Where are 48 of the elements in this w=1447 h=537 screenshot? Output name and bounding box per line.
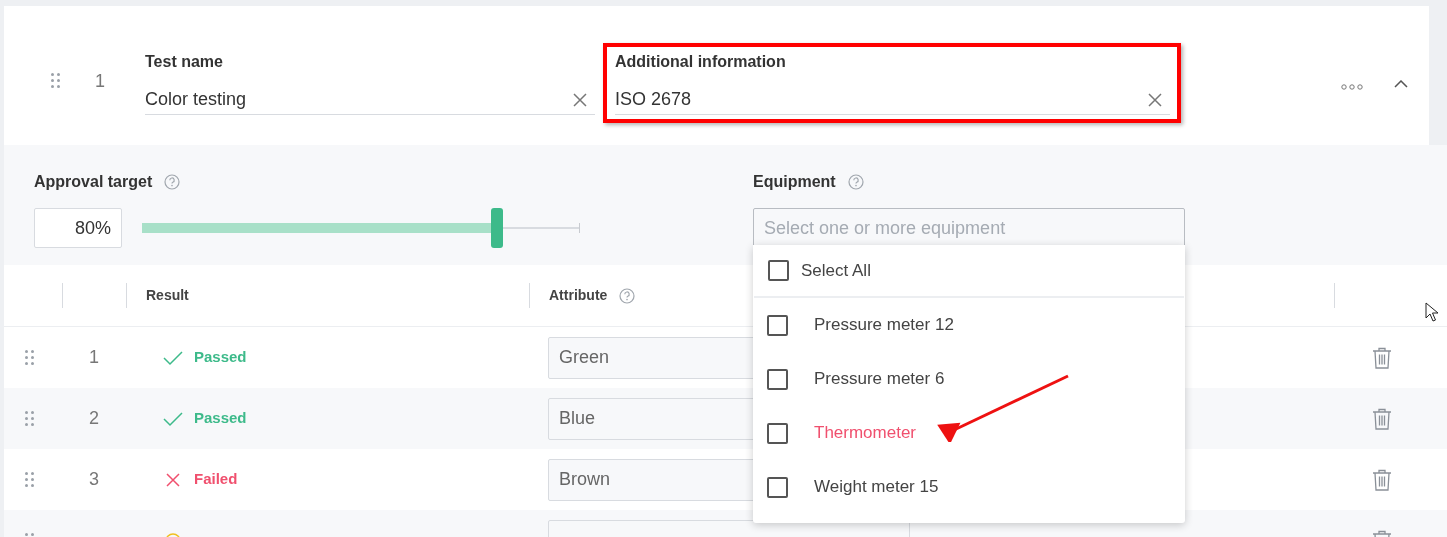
row-number: 1 bbox=[89, 346, 99, 369]
text-field[interactable]: Color testing bbox=[145, 85, 595, 115]
check-icon bbox=[163, 349, 183, 366]
cursor-icon bbox=[1425, 302, 1439, 322]
result-status: Failed bbox=[194, 469, 238, 490]
field-label: Test name bbox=[145, 52, 224, 72]
menu-item[interactable]: Select All bbox=[754, 245, 1184, 298]
clear-icon[interactable] bbox=[1148, 92, 1162, 107]
text-field[interactable]: ISO 2678 bbox=[615, 85, 1170, 115]
placeholder: Select one or more equipment bbox=[764, 217, 1006, 240]
cross-icon bbox=[163, 471, 183, 488]
drag-handle-icon[interactable] bbox=[51, 73, 60, 88]
drag-handle-icon[interactable] bbox=[25, 411, 34, 426]
drag-handle-icon[interactable] bbox=[25, 472, 34, 487]
checkbox[interactable] bbox=[768, 260, 789, 281]
checkbox[interactable] bbox=[767, 422, 788, 444]
column-header: Result bbox=[146, 286, 189, 305]
help-icon[interactable] bbox=[164, 174, 181, 190]
result-status: Passed bbox=[194, 347, 247, 368]
row-number: 1 bbox=[95, 70, 105, 93]
percent-field[interactable]: 80% bbox=[34, 208, 122, 248]
trash-icon[interactable] bbox=[1372, 468, 1392, 491]
field-value: Green bbox=[559, 346, 610, 369]
slider[interactable] bbox=[142, 208, 580, 248]
result-status: Passed bbox=[194, 408, 247, 429]
checkbox[interactable] bbox=[767, 314, 788, 336]
checkbox[interactable] bbox=[767, 476, 788, 498]
field-label: Additional information bbox=[615, 52, 787, 72]
field-value: Color testing bbox=[145, 88, 247, 111]
check-icon bbox=[163, 410, 183, 427]
collapse-icon[interactable] bbox=[1394, 80, 1408, 88]
drag-handle-icon[interactable] bbox=[25, 350, 34, 365]
checkbox[interactable] bbox=[767, 368, 788, 390]
help-icon[interactable] bbox=[847, 174, 864, 190]
clear-icon[interactable] bbox=[573, 92, 587, 107]
slider-thumb[interactable] bbox=[490, 208, 503, 248]
help-icon[interactable] bbox=[619, 287, 636, 304]
field-label: Equipment bbox=[753, 172, 836, 192]
row-number: 2 bbox=[89, 407, 99, 430]
trash-icon[interactable] bbox=[1372, 346, 1392, 369]
more-icon[interactable] bbox=[1341, 84, 1363, 90]
field-value: ISO 2678 bbox=[615, 88, 692, 111]
field-label: Approval target bbox=[34, 172, 153, 192]
field-value: Brown bbox=[559, 468, 611, 491]
field-value: Blue bbox=[559, 407, 596, 430]
row-number: 3 bbox=[89, 468, 99, 491]
trash-icon[interactable] bbox=[1372, 407, 1392, 430]
column-header: Attribute bbox=[549, 286, 608, 305]
